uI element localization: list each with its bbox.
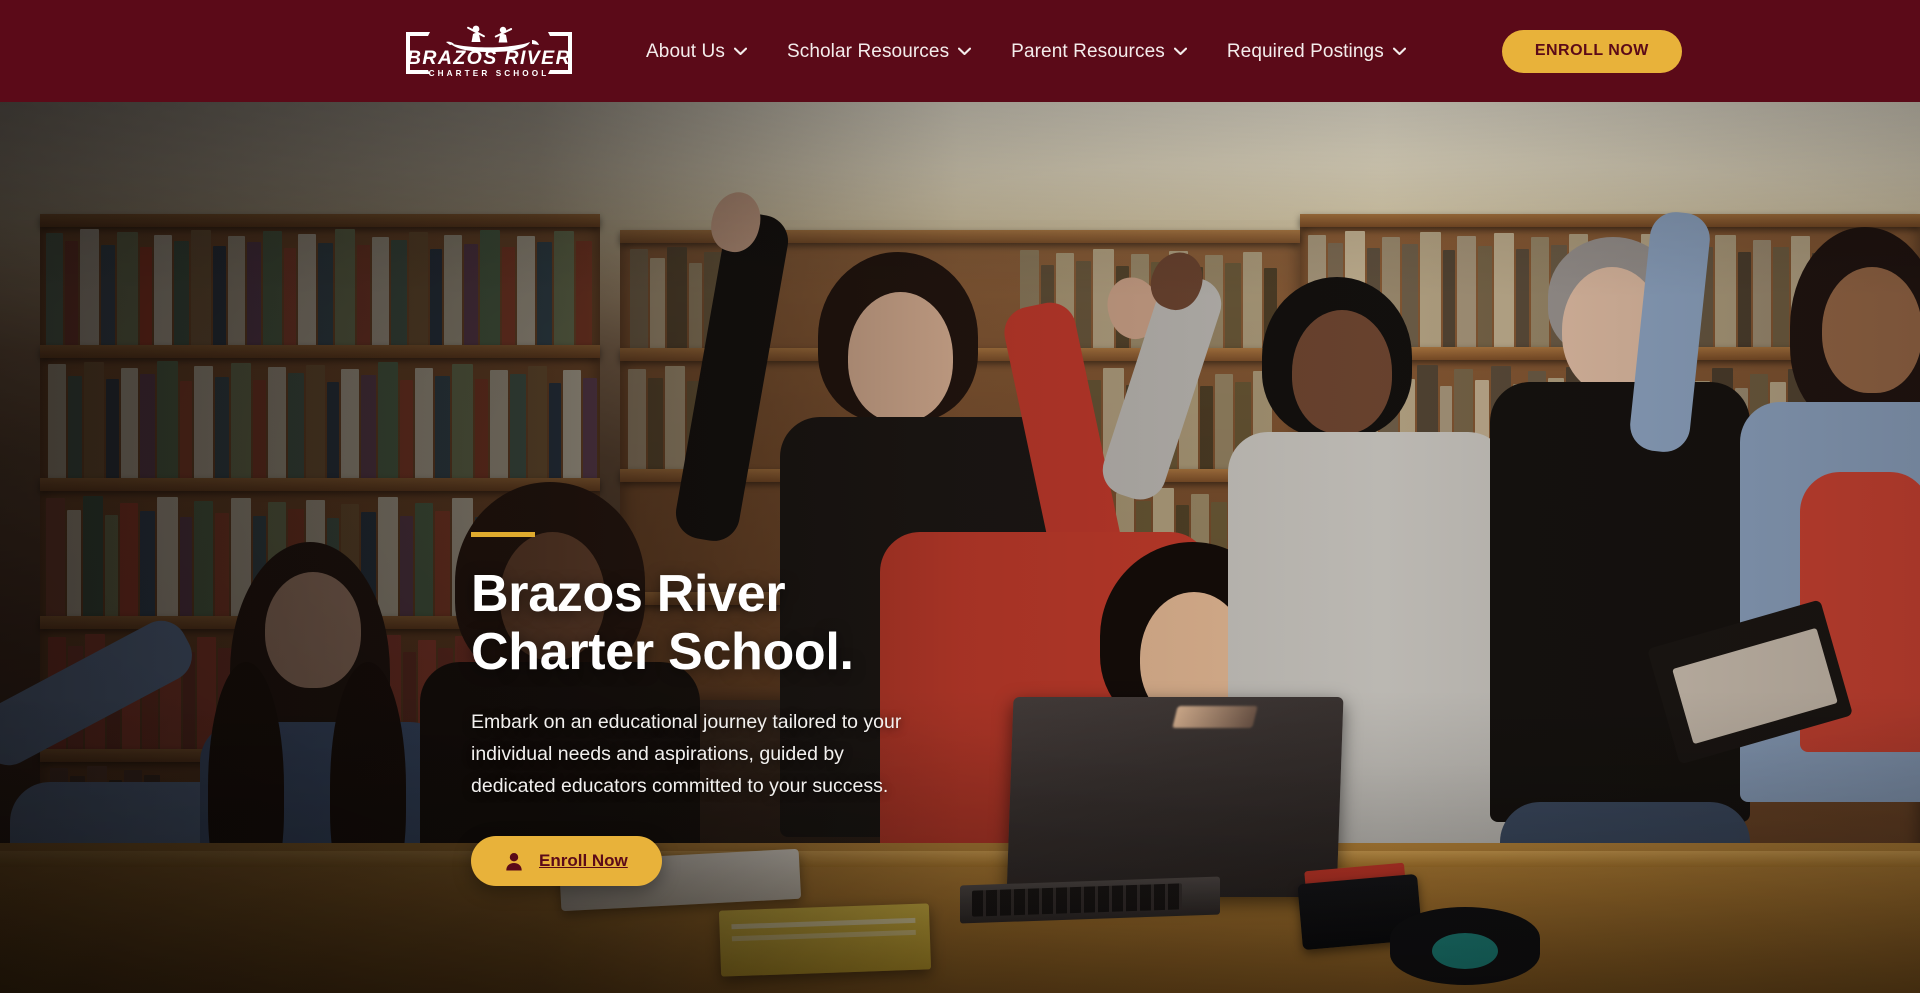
hero-subtitle: Embark on an educational journey tailore… xyxy=(471,711,902,797)
nav-item-scholar-resources[interactable]: Scholar Resources xyxy=(767,0,991,102)
hero-scrim-vertical xyxy=(0,102,1920,993)
svg-text:BRAZOS RIVER: BRAZOS RIVER xyxy=(407,47,571,69)
site-logo[interactable]: BRAZOS RIVER CHARTER SCHOOL xyxy=(396,20,582,82)
nav-label: Parent Resources xyxy=(1011,40,1165,62)
svg-text:CHARTER SCHOOL: CHARTER SCHOOL xyxy=(429,69,550,78)
hero-title: Brazos River Charter School. xyxy=(471,565,941,681)
header-inner: BRAZOS RIVER CHARTER SCHOOL About Us Sch… xyxy=(0,0,1920,102)
hero-accent-bar xyxy=(471,532,535,537)
nav-item-about-us[interactable]: About Us xyxy=(626,0,767,102)
user-icon xyxy=(505,852,523,871)
chevron-down-icon xyxy=(1173,47,1187,55)
nav-label: Required Postings xyxy=(1226,40,1384,62)
hero-section: Brazos River Charter School. Embark on a… xyxy=(0,102,1920,993)
canoe-paddlers-logo: BRAZOS RIVER CHARTER SCHOOL xyxy=(406,25,572,78)
nav-item-parent-resources[interactable]: Parent Resources xyxy=(991,0,1207,102)
enroll-now-button[interactable]: ENROLL NOW xyxy=(1501,29,1682,73)
nav-label: Scholar Resources xyxy=(786,40,950,62)
header-enroll-wrap: ENROLL NOW xyxy=(1501,29,1682,73)
hero-copy: Brazos River Charter School. Embark on a… xyxy=(471,532,941,887)
hero-background-photo xyxy=(0,102,1920,993)
hero-enroll-now-button[interactable]: Enroll Now xyxy=(471,836,662,887)
chevron-down-icon xyxy=(1392,47,1406,55)
chevron-down-icon xyxy=(733,47,747,55)
main-navigation: About Us Scholar Resources Parent Resour… xyxy=(626,0,1426,102)
site-header: BRAZOS RIVER CHARTER SCHOOL About Us Sch… xyxy=(0,0,1920,102)
nav-item-required-postings[interactable]: Required Postings xyxy=(1207,0,1426,102)
hero-title-line1: Brazos River xyxy=(471,565,786,623)
chevron-down-icon xyxy=(958,47,972,55)
hero-title-line2: Charter School. xyxy=(471,623,854,682)
hero-cta-label: Enroll Now xyxy=(539,851,628,871)
nav-label: About Us xyxy=(646,40,725,62)
